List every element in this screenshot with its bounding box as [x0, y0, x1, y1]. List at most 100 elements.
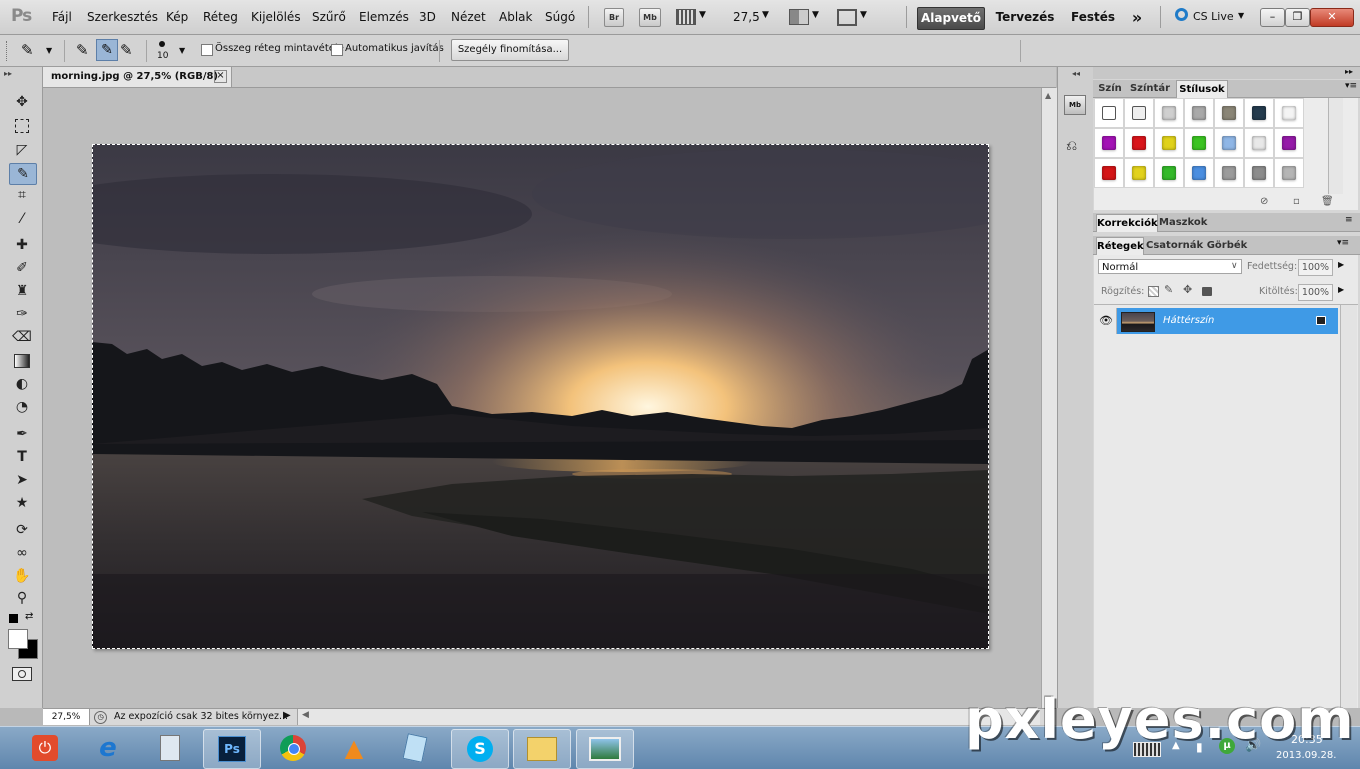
- marquee-tool-icon[interactable]: [8, 116, 36, 136]
- menu-edit[interactable]: Szerkesztés: [87, 10, 158, 24]
- style-swatch[interactable]: [1184, 158, 1214, 188]
- styles-scrollbar[interactable]: [1328, 98, 1343, 194]
- extras-icon[interactable]: [676, 9, 696, 25]
- menu-3d[interactable]: 3D: [419, 10, 436, 24]
- menu-layer[interactable]: Réteg: [203, 10, 238, 24]
- brush-tip-icon[interactable]: [159, 41, 165, 47]
- style-swatch[interactable]: [1244, 128, 1274, 158]
- photo-viewer-icon[interactable]: [576, 729, 634, 769]
- type-tool-icon[interactable]: T: [8, 447, 36, 467]
- chevron-down-icon[interactable]: ▼: [699, 10, 706, 20]
- notepad-icon[interactable]: [387, 729, 443, 767]
- layer-name[interactable]: Háttérszín: [1163, 315, 1214, 326]
- layers-scrollbar[interactable]: [1340, 305, 1357, 708]
- refine-edge-button[interactable]: Szegély finomítása...: [451, 39, 569, 61]
- menu-window[interactable]: Ablak: [499, 10, 532, 24]
- default-colors-icon[interactable]: [9, 614, 18, 623]
- style-swatch[interactable]: [1124, 128, 1154, 158]
- tab-channels[interactable]: Csatornák: [1146, 237, 1203, 254]
- restore-button[interactable]: ❐: [1285, 8, 1310, 27]
- style-swatch[interactable]: [1154, 158, 1184, 188]
- menu-filter[interactable]: Szűrő: [312, 10, 346, 24]
- style-swatch[interactable]: [1154, 128, 1184, 158]
- fill-value[interactable]: 100%: [1298, 284, 1333, 301]
- crop-tool-icon[interactable]: ⌗: [8, 185, 36, 205]
- style-swatch[interactable]: [1094, 158, 1124, 188]
- chevron-down-icon[interactable]: ▼: [812, 10, 819, 20]
- minibridge-panel-icon[interactable]: Mb: [1064, 95, 1086, 115]
- dodge-tool-icon[interactable]: ◔: [8, 397, 36, 417]
- zoom-tool-icon[interactable]: ⚲: [8, 588, 36, 608]
- style-swatch[interactable]: [1124, 98, 1154, 128]
- layer-row-background[interactable]: 👁 Háttérszín: [1096, 308, 1338, 334]
- style-swatch[interactable]: [1244, 98, 1274, 128]
- tab-styles[interactable]: Stílusok: [1176, 80, 1228, 98]
- power-app-icon[interactable]: ⏻: [17, 729, 73, 767]
- style-swatch[interactable]: [1274, 128, 1304, 158]
- clock-date[interactable]: 2013.09.28.: [1276, 750, 1336, 761]
- style-swatch[interactable]: [1214, 158, 1244, 188]
- chevron-down-icon[interactable]: ∨: [1231, 261, 1238, 271]
- menu-view[interactable]: Nézet: [451, 10, 486, 24]
- chevron-down-icon[interactable]: ▼: [762, 10, 769, 20]
- quick-selection-tool-icon[interactable]: ✎: [9, 163, 37, 185]
- quick-selection-preset-icon[interactable]: ✎: [21, 41, 34, 59]
- new-style-icon[interactable]: ▫: [1293, 196, 1300, 207]
- brush-tool-icon[interactable]: ✐: [8, 258, 36, 278]
- document-canvas-image[interactable]: [92, 144, 989, 649]
- internet-explorer-icon[interactable]: e: [80, 729, 136, 767]
- brush-size-value[interactable]: 10: [157, 51, 168, 61]
- menu-image[interactable]: Kép: [166, 10, 188, 24]
- chevron-down-icon[interactable]: ▼: [179, 46, 185, 55]
- expand-panel-icon[interactable]: ▸▸: [4, 69, 12, 78]
- blend-mode-select[interactable]: Normál: [1098, 259, 1242, 274]
- minibridge-button[interactable]: Mb: [639, 8, 661, 27]
- tab-masks[interactable]: Maszkok: [1159, 214, 1207, 231]
- tab-curves[interactable]: Görbék: [1206, 237, 1248, 254]
- vlc-icon[interactable]: ▲: [326, 729, 382, 767]
- foreground-color-swatch[interactable]: [8, 629, 28, 649]
- eyedropper-tool-icon[interactable]: ⁄: [8, 209, 36, 229]
- hand-tool-icon[interactable]: ✋: [8, 566, 36, 586]
- add-to-selection-icon[interactable]: ✎: [96, 39, 118, 61]
- tab-color[interactable]: Szín: [1096, 80, 1124, 97]
- status-zoom-field[interactable]: 27,5%: [43, 709, 90, 725]
- chevron-down-icon[interactable]: ▼: [1238, 11, 1244, 20]
- more-workspaces-icon[interactable]: »: [1126, 7, 1148, 28]
- workspace-design[interactable]: Tervezés: [992, 7, 1058, 28]
- 3d-rotate-tool-icon[interactable]: ⟳: [8, 520, 36, 540]
- horizontal-scrollbar[interactable]: ◀: [297, 709, 1040, 725]
- healing-brush-tool-icon[interactable]: ✚: [8, 235, 36, 255]
- swap-colors-icon[interactable]: ⇄: [25, 611, 33, 622]
- close-document-icon[interactable]: ×: [214, 70, 227, 83]
- vertical-scrollbar[interactable]: ▲ ▼: [1041, 88, 1057, 708]
- gradient-tool-icon[interactable]: [8, 351, 36, 371]
- close-button[interactable]: ✕: [1310, 8, 1354, 27]
- arrange-documents-icon[interactable]: [789, 9, 809, 25]
- menu-select[interactable]: Kijelölés: [251, 10, 301, 24]
- tab-layers[interactable]: Rétegek: [1096, 237, 1144, 255]
- tab-swatches[interactable]: Színtár: [1128, 80, 1172, 97]
- workspace-essentials[interactable]: Alapvető: [917, 7, 985, 30]
- eraser-tool-icon[interactable]: ⌫: [8, 327, 36, 347]
- clear-style-icon[interactable]: ⊘: [1260, 196, 1268, 207]
- blur-tool-icon[interactable]: ◐: [8, 374, 36, 394]
- chevron-down-icon[interactable]: ▼: [46, 46, 52, 55]
- sample-all-layers-checkbox[interactable]: [201, 44, 213, 56]
- style-swatch[interactable]: [1154, 98, 1184, 128]
- panel-menu-icon[interactable]: ▾≡: [1345, 81, 1357, 91]
- auto-enhance-checkbox[interactable]: [331, 44, 343, 56]
- lock-transparent-icon[interactable]: [1148, 286, 1159, 297]
- style-swatch[interactable]: [1184, 128, 1214, 158]
- collapse-dock-icon[interactable]: ◂◂: [1072, 69, 1080, 78]
- document-tab[interactable]: morning.jpg @ 27,5% (RGB/8) ×: [43, 67, 232, 87]
- style-swatch[interactable]: [1094, 98, 1124, 128]
- file-explorer-icon[interactable]: [513, 729, 571, 769]
- style-swatch[interactable]: [1094, 128, 1124, 158]
- 3d-orbit-tool-icon[interactable]: ∞: [8, 543, 36, 563]
- fill-slider-arrow-icon[interactable]: ▶: [1338, 285, 1344, 294]
- layer-visibility-eye-icon[interactable]: 👁: [1096, 308, 1117, 334]
- shape-tool-icon[interactable]: ★: [8, 493, 36, 513]
- panel-menu-icon[interactable]: ≡: [1345, 215, 1353, 225]
- clone-stamp-tool-icon[interactable]: ♜: [8, 281, 36, 301]
